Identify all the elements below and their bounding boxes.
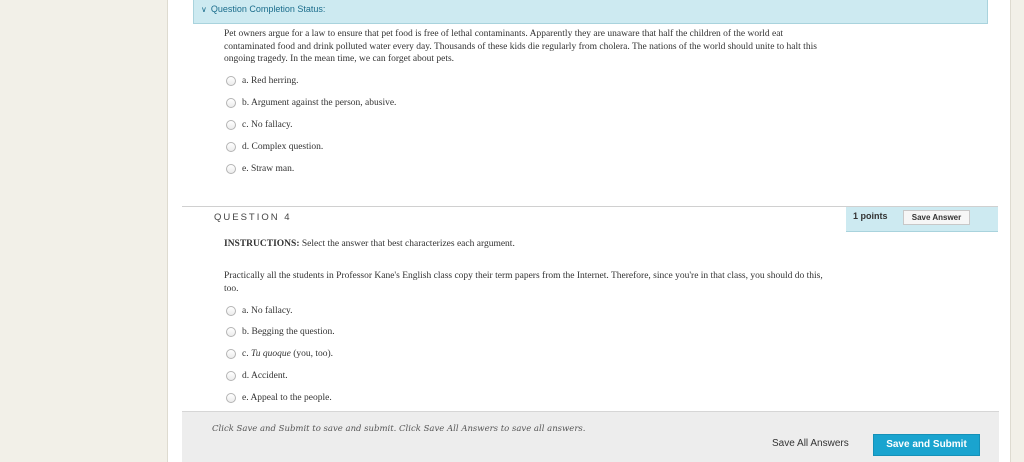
option-italic: Tu quoque (250, 349, 291, 359)
submit-footer: Click Save and Submit to save and submit… (182, 411, 999, 462)
option-label: a. Red herring. (242, 76, 299, 86)
radio-button[interactable] (226, 120, 236, 130)
right-panel (1010, 0, 1024, 462)
q3-option-c[interactable]: c. No fallacy. (226, 119, 293, 131)
question-3-text: Pet owners argue for a law to ensure tha… (224, 29, 817, 64)
instructions-label: INSTRUCTIONS: (224, 239, 300, 249)
save-answer-button[interactable]: Save Answer (903, 210, 970, 225)
chevron-down-icon: ∨ (201, 5, 207, 14)
instructions-text: Select the answer that best characterize… (299, 239, 515, 249)
question-title: QUESTION 4 (214, 212, 292, 223)
radio-button[interactable] (226, 142, 236, 152)
points-box: 1 points Save Answer (846, 207, 998, 232)
left-panel (0, 0, 168, 462)
save-and-submit-button[interactable]: Save and Submit (873, 434, 980, 456)
option-label: a. No fallacy. (242, 306, 293, 316)
option-prefix: c. (242, 349, 251, 359)
option-label: d. Complex question. (242, 142, 324, 152)
question-4-header: QUESTION 4 1 points Save Answer (182, 206, 998, 232)
radio-button[interactable] (226, 371, 236, 381)
radio-button[interactable] (226, 98, 236, 108)
option-suffix: (you, too). (290, 349, 334, 359)
question-completion-status[interactable]: ∨ Question Completion Status: (193, 0, 988, 24)
option-label: b. Begging the question. (242, 327, 335, 337)
radio-button[interactable] (226, 327, 236, 337)
radio-button[interactable] (226, 76, 236, 86)
footer-hint: Click Save and Submit to save and submit… (212, 424, 586, 434)
q4-option-e[interactable]: e. Appeal to the people. (226, 392, 332, 404)
q3-option-b[interactable]: b. Argument against the person, abusive. (226, 97, 396, 109)
q3-option-a[interactable]: a. Red herring. (226, 75, 298, 87)
q3-option-e[interactable]: e. Straw man. (226, 163, 294, 175)
radio-button[interactable] (226, 349, 236, 359)
q3-option-d[interactable]: d. Complex question. (226, 141, 323, 153)
instructions: INSTRUCTIONS: Select the answer that bes… (224, 238, 824, 251)
status-label: Question Completion Status: (210, 4, 326, 14)
option-label: d. Accident. (242, 371, 288, 381)
q4-option-c[interactable]: c. Tu quoque (you, too). (226, 348, 333, 360)
question-4-text: Practically all the students in Professo… (224, 271, 823, 294)
radio-button[interactable] (226, 164, 236, 174)
points-label: 1 points (853, 211, 888, 221)
option-label: c. No fallacy. (242, 120, 293, 130)
option-label: e. Appeal to the people. (242, 393, 332, 403)
option-label: c. Tu quoque (you, too). (242, 349, 333, 359)
radio-button[interactable] (226, 393, 236, 403)
option-label: b. Argument against the person, abusive. (242, 98, 397, 108)
q4-option-b[interactable]: b. Begging the question. (226, 326, 335, 338)
radio-button[interactable] (226, 306, 236, 316)
q4-option-d[interactable]: d. Accident. (226, 370, 288, 382)
q4-option-a[interactable]: a. No fallacy. (226, 305, 293, 317)
save-all-answers-button[interactable]: Save All Answers (772, 438, 849, 449)
option-label: e. Straw man. (242, 164, 295, 174)
